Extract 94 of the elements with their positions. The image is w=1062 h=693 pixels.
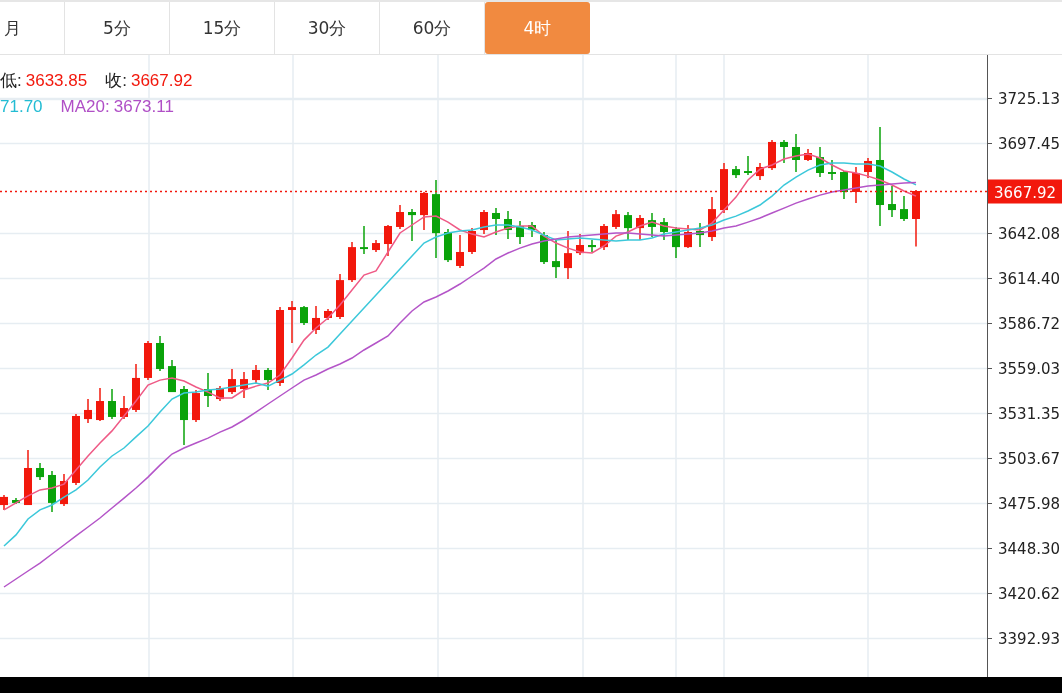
- candlestick: [300, 305, 308, 326]
- candlestick: [900, 195, 908, 222]
- candlestick: [492, 207, 500, 236]
- candlestick: [132, 363, 140, 413]
- legend-value: 3667.92: [130, 70, 193, 92]
- y-axis-label: 3586.72: [998, 314, 1061, 333]
- price-tag: 3667.92: [988, 179, 1062, 204]
- y-axis-label: 3642.08: [998, 224, 1061, 243]
- candlestick: [96, 387, 104, 422]
- candlestick: [60, 473, 68, 507]
- candlestick: [0, 494, 8, 511]
- legend-value: 71.70: [0, 96, 43, 118]
- candlestick: [852, 166, 860, 204]
- candlestick: [396, 204, 404, 230]
- y-axis-label: 3503.67: [998, 449, 1061, 468]
- y-axis-label: 3448.30: [998, 539, 1061, 558]
- candlestick: [204, 372, 212, 408]
- candlestick: [648, 212, 656, 238]
- candlestick: [216, 385, 224, 402]
- y-axis-label: 3531.35: [998, 404, 1061, 423]
- y-axis-label: 3420.62: [998, 584, 1061, 603]
- candlestick: [228, 368, 236, 395]
- candlestick: [252, 364, 260, 384]
- candlestick: [672, 226, 680, 259]
- candlestick: [792, 133, 800, 173]
- y-axis-label: 3697.45: [998, 134, 1061, 153]
- candlestick: [516, 220, 524, 245]
- candlestick: [372, 239, 380, 253]
- candlestick: [312, 305, 320, 335]
- candlestick: [828, 159, 836, 181]
- candlestick: [816, 146, 824, 178]
- candlestick: [756, 162, 764, 181]
- candlestick: [612, 209, 620, 230]
- candlestick: [48, 470, 56, 513]
- candlestick: [36, 462, 44, 481]
- candlestick: [240, 371, 248, 399]
- candlestick: [180, 385, 188, 446]
- candlestick: [24, 449, 32, 506]
- candlestick: [576, 233, 584, 256]
- ref-line-label: 3667.92: [994, 183, 1057, 202]
- candlestick: [912, 189, 920, 248]
- candlestick: [384, 224, 392, 257]
- candlestick: [480, 209, 488, 235]
- legend-label: 收:: [105, 70, 127, 92]
- candlestick: [456, 234, 464, 269]
- candlestick: [168, 359, 176, 393]
- candlestick: [264, 367, 272, 391]
- y-axis-label: 3614.40: [998, 269, 1061, 288]
- y-axis-label: 3725.13: [998, 89, 1061, 108]
- candlestick: [528, 221, 536, 238]
- candlestick: [600, 223, 608, 251]
- candlestick: [888, 185, 896, 218]
- candlestick: [552, 239, 560, 279]
- candlestick: [624, 211, 632, 241]
- y-axis-label: 3475.98: [998, 494, 1061, 513]
- candlestick: [408, 208, 416, 242]
- candlestick: [120, 395, 128, 420]
- candlestick: [156, 335, 164, 372]
- candlestick: [564, 230, 572, 280]
- candlestick: [864, 157, 872, 179]
- legend-value: 3673.11: [113, 96, 174, 118]
- candlestick: [360, 225, 368, 255]
- candlestick: [348, 241, 356, 283]
- candlestick: [468, 227, 476, 255]
- candlestick: [12, 497, 20, 505]
- candlestick: [420, 191, 428, 231]
- candlestick: [192, 389, 200, 423]
- candlestick: [804, 148, 812, 162]
- candlestick: [444, 228, 452, 263]
- candlestick: [660, 217, 668, 241]
- y-axis-label: 3392.93: [998, 629, 1061, 648]
- candlestick: [696, 222, 704, 248]
- candlestick: [588, 239, 596, 253]
- candlestick: [324, 308, 332, 321]
- candlestick: [84, 398, 92, 424]
- legend-label: MA20:: [60, 96, 110, 118]
- candlestick: [744, 155, 752, 176]
- candlestick: [684, 224, 692, 249]
- candlestick: [720, 162, 728, 214]
- candlestick: [840, 170, 848, 200]
- legend-value: 3633.85: [25, 70, 88, 92]
- y-axis-label: 3559.03: [998, 359, 1061, 378]
- candlestick: [504, 210, 512, 240]
- candlestick: [336, 273, 344, 320]
- candlestick: [780, 139, 788, 164]
- candlestick: [636, 214, 644, 241]
- candlestick: [732, 165, 740, 179]
- candlestick: [288, 300, 296, 344]
- candlestick: [708, 196, 716, 242]
- candlestick: [108, 388, 116, 420]
- candlestick: [540, 231, 548, 265]
- legend-label: 低:: [0, 70, 22, 92]
- candlestick: [144, 340, 152, 381]
- candlestick: [768, 139, 776, 171]
